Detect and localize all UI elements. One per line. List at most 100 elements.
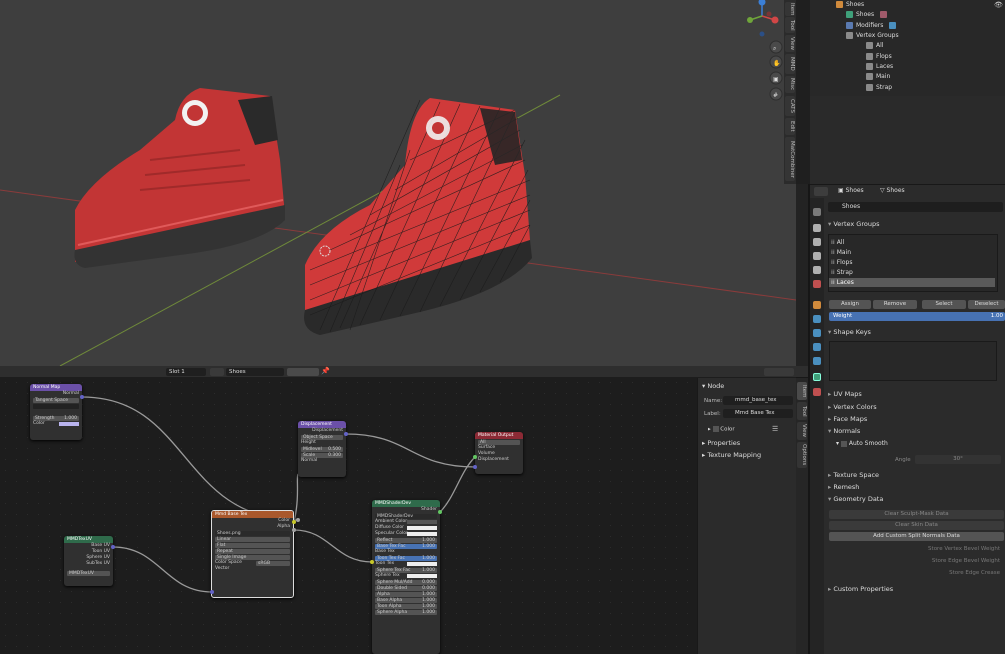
tool-tab-icon[interactable]: [813, 208, 821, 216]
node-label-field[interactable]: Mmd Base Tex: [723, 409, 793, 418]
assign-button[interactable]: Assign: [829, 300, 871, 309]
color-swatch[interactable]: [407, 574, 437, 578]
clear-sculpt-mask-button[interactable]: Clear Sculpt-Mask Data: [829, 510, 1004, 519]
shader-input-row[interactable]: Sphere Mul/Add 0.000: [375, 579, 437, 585]
interpolation-dropdown[interactable]: Linear: [215, 536, 290, 542]
socket[interactable]: [370, 560, 374, 564]
material-output-node[interactable]: Material Output All Surface Volume Displ…: [475, 432, 523, 474]
projection-dropdown[interactable]: Flat: [215, 542, 290, 548]
tab-item[interactable]: Item: [797, 382, 807, 400]
socket[interactable]: [292, 528, 296, 532]
angle-field[interactable]: 30°: [915, 455, 1001, 464]
node-group-field[interactable]: MMDTexUV: [67, 570, 110, 576]
list-item-selected[interactable]: ⁞⁞ Laces: [829, 278, 995, 287]
deselect-button[interactable]: Deselect: [968, 300, 1005, 309]
modifier-tab-icon[interactable]: [813, 315, 821, 323]
color-swatch[interactable]: [407, 526, 437, 530]
left-shoe-model[interactable]: [74, 88, 285, 268]
node-title[interactable]: Mmd Base Tex: [212, 511, 293, 518]
source-dropdown[interactable]: Single Image: [215, 554, 290, 560]
tab-view[interactable]: View: [797, 422, 807, 440]
tab-tool[interactable]: Tool: [785, 17, 795, 33]
weight-slider[interactable]: Weight 1.00: [829, 312, 1005, 321]
object-tab-icon[interactable]: [813, 301, 821, 309]
outliner-item[interactable]: Strap: [866, 83, 892, 93]
view-layer-tab-icon[interactable]: [813, 252, 821, 260]
shader-input-row[interactable]: Double Sided 0.000: [375, 585, 437, 591]
tab-misc[interactable]: Misc: [785, 76, 795, 93]
socket[interactable]: [344, 432, 348, 436]
store-vertex-bevel-weight[interactable]: Store Vertex Bevel Weight: [928, 546, 1000, 552]
list-item[interactable]: ⁞⁞ Main: [831, 248, 995, 257]
particles-tab-icon[interactable]: [813, 329, 821, 337]
add-custom-split-normals-button[interactable]: Add Custom Split Normals Data: [829, 532, 1004, 541]
socket[interactable]: [80, 395, 84, 399]
outliner-item[interactable]: Shoes: [846, 10, 890, 20]
outliner-item[interactable]: Modifiers: [846, 21, 899, 31]
space-dropdown[interactable]: Object Space: [301, 434, 343, 440]
extension-dropdown[interactable]: Repeat: [215, 548, 290, 554]
tab-mmd[interactable]: MMD: [785, 54, 795, 74]
world-tab-icon[interactable]: [813, 280, 821, 288]
tab-item[interactable]: Item: [785, 2, 795, 16]
3d-viewport[interactable]: ⌕ ✋ ▣ #: [0, 0, 796, 366]
tab-tool[interactable]: Tool: [797, 402, 807, 420]
node-title[interactable]: Normal Map: [30, 384, 82, 391]
uv-map-field[interactable]: [33, 403, 79, 409]
socket[interactable]: [111, 545, 115, 549]
color-space-dropdown[interactable]: sRGB: [256, 560, 290, 566]
shader-input-row[interactable]: Alpha 1.000: [375, 591, 437, 597]
socket[interactable]: [296, 518, 300, 522]
space-dropdown[interactable]: Tangent Space: [33, 397, 79, 403]
node-title[interactable]: Material Output: [475, 432, 523, 439]
color-swatch[interactable]: [407, 520, 437, 524]
tab-view[interactable]: View: [785, 35, 795, 52]
material-actions[interactable]: [287, 368, 319, 376]
store-edge-bevel-weight[interactable]: Store Edge Bevel Weight: [932, 558, 1000, 564]
socket[interactable]: [292, 520, 296, 524]
remesh-panel-header[interactable]: Remesh: [828, 483, 859, 491]
normal-map-node[interactable]: Normal Map Normal Tangent Space Strength…: [30, 384, 82, 440]
scene-tab-icon[interactable]: [813, 266, 821, 274]
color-toggle[interactable]: ▸ Color: [708, 426, 735, 433]
shader-input-row[interactable]: Sphere Tex Fac 1.000: [375, 567, 437, 573]
outliner-item[interactable]: All: [866, 41, 883, 51]
output-tab-icon[interactable]: [813, 238, 821, 246]
image-file-field[interactable]: Shoes.png: [215, 530, 290, 536]
custom-properties-panel-header[interactable]: Custom Properties: [828, 585, 893, 593]
image-texture-node[interactable]: Mmd Base Tex Color Alpha Shoes.png Linea…: [211, 510, 294, 598]
material-name-field[interactable]: Shoes: [226, 368, 284, 376]
shader-input-row[interactable]: Base Alpha 1.000: [375, 597, 437, 603]
mmd-tex-uv-node[interactable]: MMDTexUV Base UV Toon UV Sphere UV SubTe…: [64, 536, 113, 586]
shader-input-row[interactable]: Base Tex Fac 1.000: [375, 543, 437, 549]
tab-edit[interactable]: Edit: [785, 118, 795, 135]
shader-input-row[interactable]: Reflect 1.000: [375, 537, 437, 543]
editor-type-icon[interactable]: [814, 187, 828, 196]
socket[interactable]: [473, 465, 477, 469]
shader-input-row[interactable]: Toon Tex Fac 1.000: [375, 555, 437, 561]
shape-keys-panel-header[interactable]: Shape Keys: [828, 328, 871, 336]
outliner-item[interactable]: Main: [866, 72, 890, 82]
material-tab-icon[interactable]: [813, 388, 821, 396]
auto-smooth-checkbox[interactable]: [840, 440, 847, 447]
displacement-node[interactable]: Displacement Displacement Object Space H…: [298, 421, 346, 477]
uv-maps-panel-header[interactable]: UV Maps: [828, 390, 861, 398]
scale-field[interactable]: Scale 0.300: [301, 452, 343, 458]
node-editor[interactable]: Normal Map Normal Tangent Space Strength…: [0, 377, 796, 654]
mesh-data-tab-icon[interactable]: [813, 373, 821, 381]
tab-matcombiner[interactable]: MatCombiner: [785, 137, 795, 181]
store-edge-crease[interactable]: Store Edge Crease: [949, 570, 1000, 576]
texture-space-panel-header[interactable]: Texture Space: [828, 471, 879, 479]
vertex-groups-panel-header[interactable]: Vertex Groups: [828, 220, 879, 228]
clear-skin-data-button[interactable]: Clear Skin Data: [829, 521, 1004, 530]
normals-panel-header[interactable]: Normals: [828, 427, 860, 435]
vertex-colors-panel-header[interactable]: Vertex Colors: [828, 403, 876, 411]
navigation-gizmo[interactable]: [747, 0, 779, 37]
socket[interactable]: [210, 590, 214, 594]
color-checkbox[interactable]: [712, 426, 719, 432]
tab-options[interactable]: Options: [797, 442, 807, 468]
render-tab-icon[interactable]: [813, 224, 821, 232]
visibility-eye-icon[interactable]: 👁: [994, 1, 1003, 9]
list-item[interactable]: ⁞⁞ Flops: [831, 258, 995, 267]
outliner-item[interactable]: Laces: [866, 62, 893, 72]
